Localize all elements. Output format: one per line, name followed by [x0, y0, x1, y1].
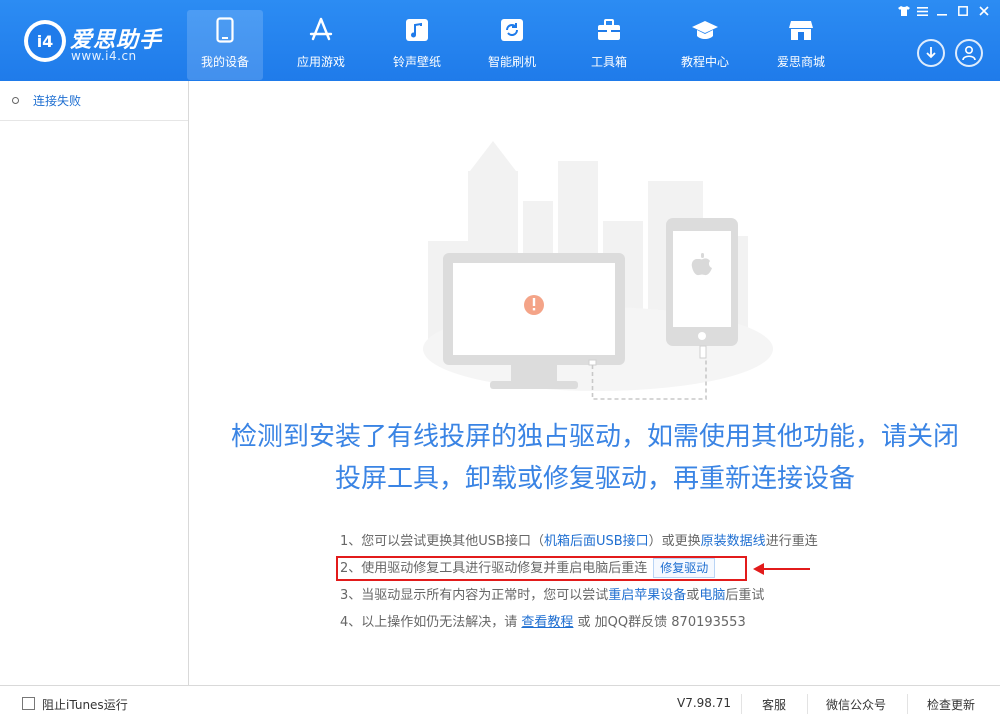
red-arrow-icon: [753, 563, 810, 575]
logo-text: i4: [28, 24, 62, 58]
user-avatar-icon[interactable]: [955, 39, 983, 67]
nav-ringtones-wallpapers[interactable]: 铃声壁纸: [379, 10, 455, 80]
status-bar: 阻止iTunes运行 V7.98.71 客服 微信公众号 检查更新: [0, 685, 1000, 722]
sidebar-item-connection-failed[interactable]: 连接失败: [0, 81, 188, 121]
device-connection-illustration: [423, 141, 773, 400]
minimize-icon[interactable]: [934, 4, 950, 18]
divider: [907, 694, 908, 714]
tip-text: 1、您可以尝试更换其他USB接口（: [340, 534, 544, 549]
view-tutorial-link[interactable]: 查看教程: [521, 615, 573, 630]
nav-label: 工具箱: [590, 55, 627, 69]
main-panel: 检测到安装了有线投屏的独占驱动，如需使用其他功能，请关闭 投屏工具，卸载或修复驱…: [190, 81, 1000, 685]
tip-text: 进行重连: [765, 534, 818, 549]
music-note-icon: [403, 16, 431, 44]
nav-label: 智能刷机: [487, 55, 536, 69]
phone-icon: [211, 16, 239, 44]
headline-message: 检测到安装了有线投屏的独占驱动，如需使用其他功能，请关闭 投屏工具，卸载或修复驱…: [190, 416, 1000, 500]
apple-logo-icon: [691, 258, 712, 276]
nav-label: 教程中心: [680, 55, 729, 69]
brand-url: www.i4.cn: [71, 49, 137, 63]
tip-text: 后重试: [725, 588, 765, 603]
sidebar-item-label: 连接失败: [33, 94, 82, 108]
close-icon[interactable]: [976, 4, 992, 18]
maximize-icon[interactable]: [955, 4, 971, 18]
headline-line-2: 投屏工具，卸载或修复驱动，再重新连接设备: [334, 464, 855, 494]
sidebar: 连接失败: [0, 81, 189, 685]
nav-label: 铃声壁纸: [392, 55, 441, 69]
app-store-icon: [307, 16, 335, 44]
header-bar: i4 爱思助手 www.i4.cn 我的设备 应用游戏 铃声壁纸 智能刷机 工具…: [0, 0, 1000, 81]
store-icon: [787, 16, 815, 44]
tip-text: 4、以上操作如仍无法解决，请: [340, 615, 522, 630]
app-logo: i4: [24, 20, 66, 62]
nav-store[interactable]: 爱思商城: [763, 10, 839, 80]
block-itunes-checkbox[interactable]: [22, 697, 35, 710]
menu-icon[interactable]: [914, 4, 930, 18]
wechat-account-link[interactable]: 微信公众号: [826, 696, 886, 713]
usb-port-link[interactable]: 机箱后面USB接口: [544, 534, 649, 549]
nav-label: 应用游戏: [296, 55, 345, 69]
refresh-icon: [498, 16, 526, 44]
restart-apple-device-link[interactable]: 重启苹果设备: [608, 588, 686, 603]
customer-service-link[interactable]: 客服: [762, 696, 786, 713]
version-label: V7.98.71: [677, 696, 732, 710]
block-itunes-label: 阻止iTunes运行: [42, 698, 128, 712]
nav-my-device[interactable]: 我的设备: [187, 10, 263, 80]
status-dot-icon: [12, 97, 19, 104]
divider: [807, 694, 808, 714]
original-cable-link[interactable]: 原装数据线: [701, 534, 766, 549]
tip-text: 或 加QQ群反馈 870193553: [573, 615, 746, 630]
tip-text: ）或更换: [648, 534, 701, 549]
tip-1: 1、您可以尝试更换其他USB接口（机箱后面USB接口）或更换原装数据线进行重连: [340, 531, 940, 558]
check-update-button[interactable]: 检查更新: [927, 696, 975, 713]
highlight-box: [336, 556, 747, 581]
tip-4: 4、以上操作如仍无法解决，请 查看教程 或 加QQ群反馈 870193553: [340, 612, 940, 639]
toolbox-icon: [595, 16, 623, 44]
nav-smart-flash[interactable]: 智能刷机: [474, 10, 550, 80]
nav-apps-games[interactable]: 应用游戏: [283, 10, 359, 80]
shirt-icon[interactable]: [896, 4, 912, 18]
nav-tutorial-center[interactable]: 教程中心: [667, 10, 743, 80]
tip-text: 或: [686, 588, 700, 603]
graduation-cap-icon: [691, 16, 719, 44]
headline-line-1: 检测到安装了有线投屏的独占驱动，如需使用其他功能，请关闭: [230, 422, 959, 452]
app-window: i4 爱思助手 www.i4.cn 我的设备 应用游戏 铃声壁纸 智能刷机 工具…: [0, 0, 1000, 722]
nav-label: 爱思商城: [776, 55, 825, 69]
restart-computer-link[interactable]: 电脑: [699, 588, 725, 603]
troubleshooting-tips: 1、您可以尝试更换其他USB接口（机箱后面USB接口）或更换原装数据线进行重连 …: [340, 531, 940, 639]
tip-3: 3、当驱动显示所有内容为正常时，您可以尝试重启苹果设备或电脑后重试: [340, 585, 940, 612]
nav-label: 我的设备: [200, 55, 249, 69]
tip-text: 3、当驱动显示所有内容为正常时，您可以尝试: [340, 588, 609, 603]
nav-toolbox[interactable]: 工具箱: [571, 10, 647, 80]
download-icon[interactable]: [917, 39, 945, 67]
divider: [741, 694, 742, 714]
